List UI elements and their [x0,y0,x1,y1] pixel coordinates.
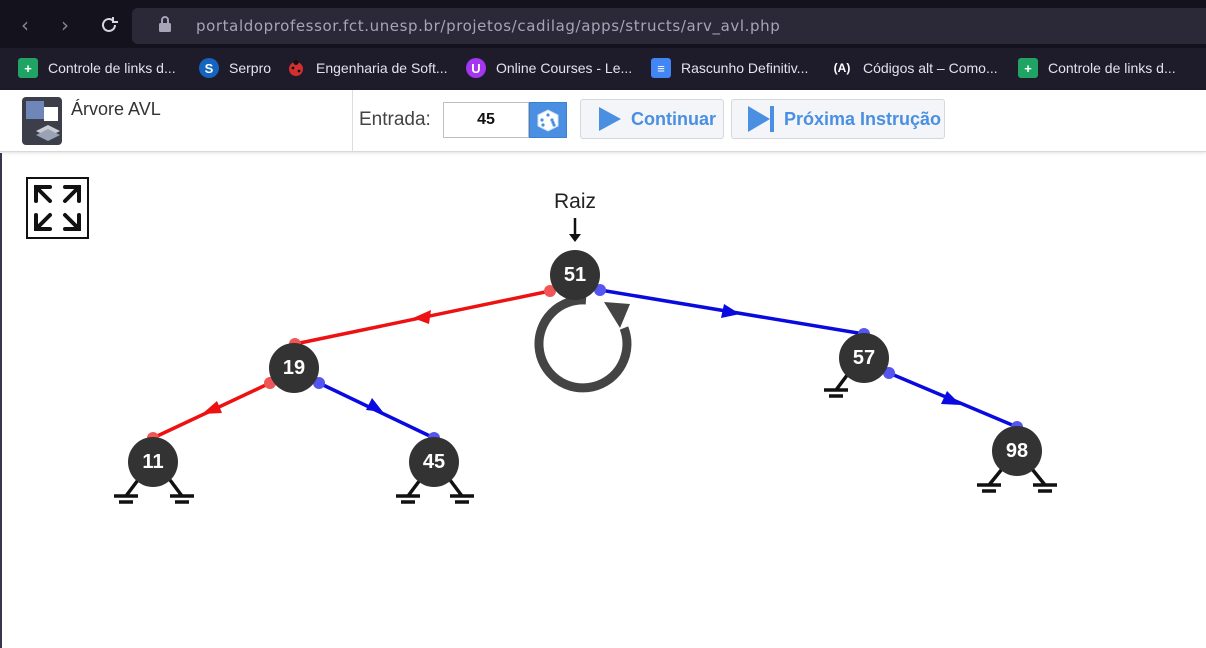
node-value: 57 [853,347,875,369]
tree-node[interactable]: 19 [269,343,319,393]
rotate-icon [534,295,632,393]
root-label: Raiz [554,190,596,213]
tree-node[interactable]: 45 [409,437,459,487]
tree-node[interactable]: 11 [128,437,178,487]
edge-51-19 [289,285,556,350]
edge-51-57 [594,284,870,340]
node-value: 98 [1006,440,1028,462]
null-ground-symbols [114,372,1057,504]
root-arrow [569,218,581,242]
edge-19-45 [313,377,440,444]
node-value: 51 [564,264,586,286]
tree-node[interactable]: 57 [839,333,889,383]
avl-tree-diagram: Raiz 51 19 57 11 45 98 [114,190,1057,504]
edge-19-11 [147,377,276,444]
tree-node[interactable]: 98 [992,426,1042,476]
edge-57-98 [883,367,1023,433]
node-value: 19 [283,357,305,379]
tree-node[interactable]: 51 [550,250,600,300]
node-value: 11 [142,451,163,473]
node-value: 45 [423,451,445,473]
